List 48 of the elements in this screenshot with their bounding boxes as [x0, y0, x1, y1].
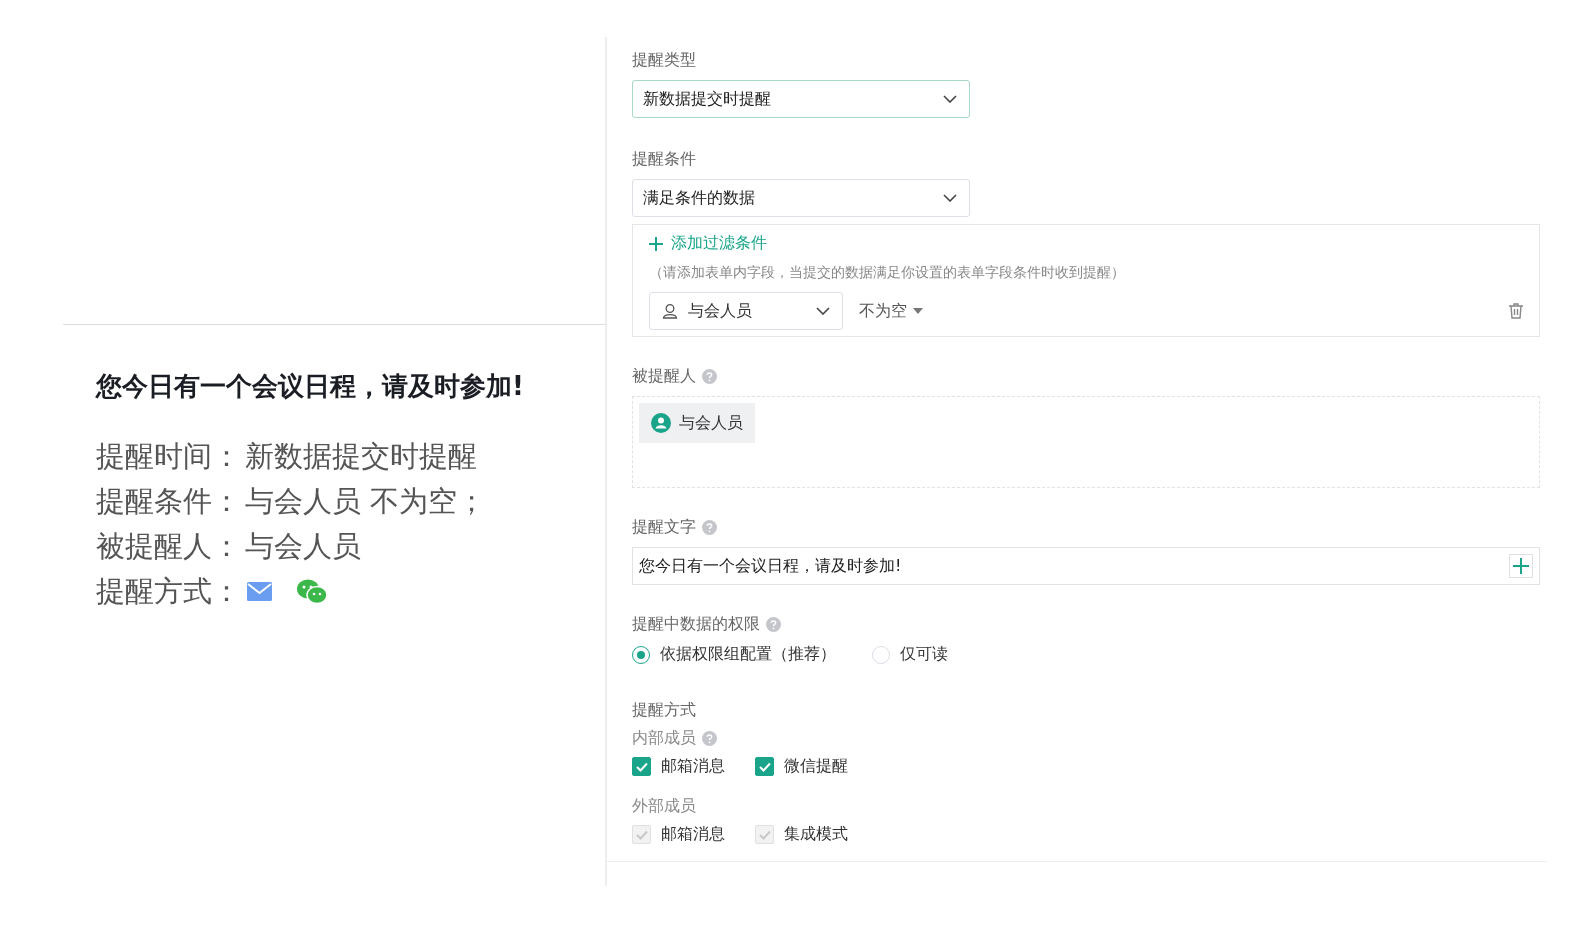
operator-dropdown[interactable]: 不为空 [853, 299, 929, 323]
mail-icon [247, 582, 272, 601]
recipients-field[interactable]: 与会人员 [632, 396, 1540, 488]
preview-label: 被提醒人： [96, 528, 241, 565]
preview-label: 提醒时间： [96, 438, 241, 475]
caret-icon [913, 308, 923, 314]
plus-icon [1513, 558, 1529, 574]
trash-icon[interactable] [1509, 303, 1523, 319]
preview-value: 与会人员 不为空； [245, 483, 487, 520]
chevron-down-icon [943, 95, 957, 103]
user-icon [662, 303, 678, 319]
group-label: 外部成员 [632, 795, 696, 817]
preview-value: 新数据提交时提醒 [245, 438, 477, 475]
permission-option[interactable]: 依据权限组配置（推荐） [632, 644, 836, 665]
recipient-tag[interactable]: 与会人员 [639, 403, 755, 443]
field-label: 提醒中数据的权限 [632, 613, 760, 635]
help-icon[interactable] [766, 616, 781, 632]
method-checkbox-option[interactable]: 邮箱消息 [632, 756, 725, 777]
checkmark-icon [758, 761, 771, 772]
preview-value: 与会人员 [245, 528, 361, 565]
permission-option[interactable]: 仅可读 [872, 644, 948, 665]
field-label: 提醒文字 [632, 516, 696, 538]
field-label: 提醒条件 [632, 148, 697, 170]
user-avatar-icon [651, 413, 671, 433]
reminder-text-field[interactable]: 您今日有一个会议日程，请及时参加! [639, 555, 902, 577]
preview-label: 提醒方式： [96, 573, 241, 610]
checkmark-icon [758, 829, 771, 840]
group-label: 内部成员 [632, 727, 696, 749]
checkmark-icon [635, 829, 648, 840]
plus-icon [649, 236, 663, 251]
chevron-down-icon [943, 194, 957, 202]
field-label: 提醒方式 [632, 699, 697, 721]
reminder-type-select[interactable]: 新数据提交时提醒 [632, 80, 970, 118]
field-label: 被提醒人 [632, 365, 696, 387]
filter-hint: （请添加表单内字段，当提交的数据满足你设置的表单字段条件时收到提醒） [649, 264, 1126, 282]
help-icon[interactable] [702, 519, 717, 535]
method-checkbox-option[interactable]: 微信提醒 [755, 756, 848, 777]
checkmark-icon [635, 761, 648, 772]
help-icon[interactable] [702, 730, 717, 746]
chat-bubbles-icon [296, 578, 328, 605]
field-label: 提醒类型 [632, 49, 697, 71]
message-title: 您今日有一个会议日程，请及时参加! [96, 370, 525, 403]
chevron-down-icon [816, 307, 830, 315]
condition-select[interactable]: 满足条件的数据 [632, 179, 970, 217]
insert-field-button[interactable] [1509, 554, 1533, 578]
preview-label: 提醒条件： [96, 483, 241, 520]
filter-field-select[interactable]: 与会人员 [649, 292, 843, 330]
help-icon[interactable] [702, 368, 717, 384]
